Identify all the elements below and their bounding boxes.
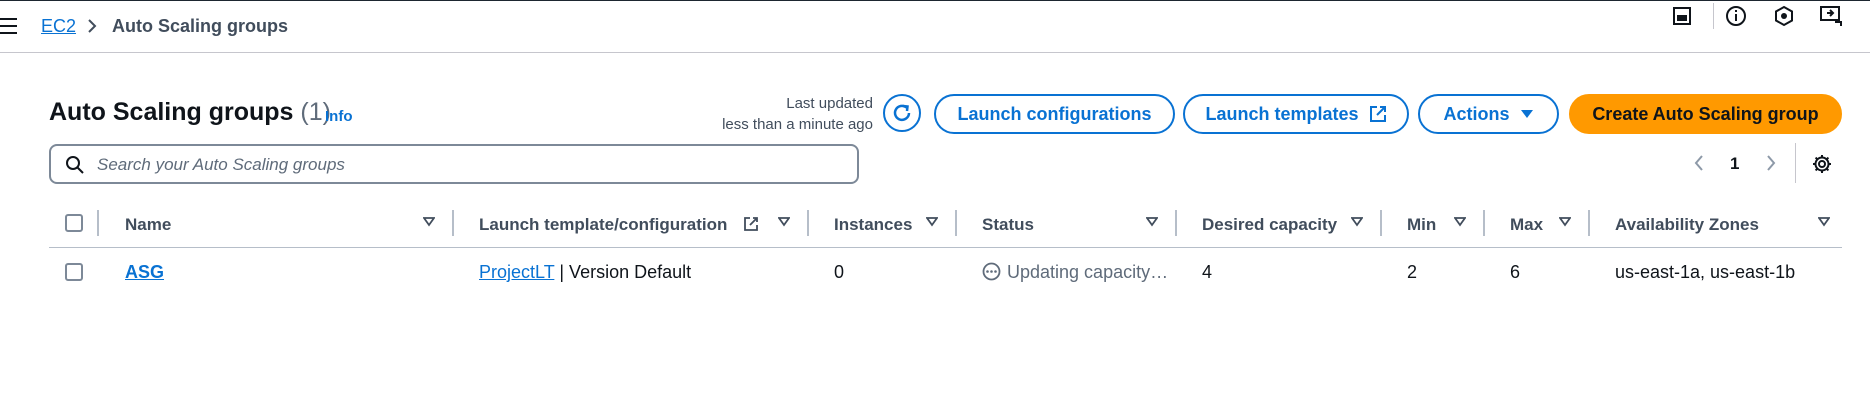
sort-icon[interactable] — [1559, 217, 1571, 227]
chevron-left-icon[interactable] — [1693, 153, 1705, 173]
desired-capacity-cell: 4 — [1202, 262, 1213, 282]
group-name-link[interactable]: ASG — [125, 262, 164, 283]
refresh-icon — [893, 104, 911, 122]
create-auto-scaling-group-button[interactable]: Create Auto Scaling group — [1569, 94, 1842, 134]
external-link-icon — [1369, 106, 1386, 122]
sort-icon[interactable] — [926, 217, 938, 227]
sort-icon[interactable] — [1454, 217, 1466, 227]
availability-zones-cell: us-east-1a, us-east-1b — [1615, 262, 1796, 282]
search-field[interactable] — [49, 144, 859, 184]
info-icon[interactable] — [1721, 1, 1751, 31]
chevron-right-icon — [88, 19, 97, 33]
status-text: Updating capacity… — [1007, 262, 1169, 282]
page-title-text: Auto Scaling groups — [49, 98, 294, 126]
breadcrumb-ec2[interactable]: EC2 — [41, 16, 76, 37]
max-cell: 6 — [1510, 262, 1521, 282]
column-divider — [1588, 210, 1590, 236]
screen-share-icon[interactable] — [1816, 1, 1846, 31]
last-updated-value: less than a minute ago — [722, 116, 873, 133]
launch-configurations-label: Launch configurations — [957, 103, 1152, 124]
page-number[interactable]: 1 — [1730, 154, 1739, 174]
column-header-launch-template[interactable]: Launch template/configuration — [479, 215, 727, 235]
row-checkbox[interactable] — [65, 263, 83, 281]
refresh-button[interactable] — [883, 94, 921, 132]
panel-icon[interactable] — [1667, 1, 1697, 31]
actions-button[interactable]: Actions — [1418, 94, 1559, 134]
info-link[interactable]: Info — [325, 108, 353, 125]
column-divider — [807, 210, 809, 236]
top-navigation: EC2 Auto Scaling groups — [0, 0, 1870, 53]
column-header-desired-capacity[interactable]: Desired capacity — [1202, 215, 1337, 235]
column-divider — [955, 210, 957, 236]
search-input[interactable] — [95, 152, 839, 178]
actions-label: Actions — [1443, 103, 1510, 124]
external-link-icon — [744, 217, 758, 231]
status-cell: Updating capacity… — [982, 262, 1168, 283]
column-divider — [97, 210, 99, 236]
select-all-checkbox[interactable] — [65, 214, 83, 232]
chevron-right-icon[interactable] — [1765, 153, 1777, 173]
column-divider — [1380, 210, 1382, 236]
pager-divider — [1795, 143, 1796, 183]
sort-icon[interactable] — [778, 217, 790, 227]
caret-down-icon — [1520, 110, 1533, 118]
search-icon — [66, 156, 84, 174]
table-header: Name Launch template/configuration Insta… — [49, 207, 1842, 248]
breadcrumb-current: Auto Scaling groups — [112, 16, 289, 36]
column-header-min[interactable]: Min — [1407, 215, 1436, 235]
page-title: Auto Scaling groups (1) — [49, 98, 331, 127]
column-divider — [1483, 210, 1485, 236]
column-header-max[interactable]: Max — [1510, 215, 1543, 235]
settings-icon[interactable] — [1812, 154, 1832, 174]
sort-icon[interactable] — [423, 217, 435, 227]
launch-templates-button[interactable]: Launch templates — [1183, 94, 1409, 134]
menu-icon[interactable] — [0, 18, 18, 34]
sort-icon[interactable] — [1818, 217, 1830, 227]
sort-icon[interactable] — [1351, 217, 1363, 227]
sort-icon[interactable] — [1146, 217, 1158, 227]
last-updated: Last updated less than a minute ago — [722, 93, 873, 135]
hexagon-icon[interactable] — [1769, 1, 1799, 31]
column-header-status[interactable]: Status — [982, 215, 1034, 235]
launch-template-link[interactable]: ProjectLT — [479, 262, 554, 282]
min-cell: 2 — [1407, 262, 1418, 282]
launch-template-version: | Version Default — [554, 262, 692, 282]
launch-configurations-button[interactable]: Launch configurations — [934, 94, 1175, 134]
instances-cell: 0 — [834, 262, 845, 282]
table-row[interactable]: ASG ProjectLT | Version Default 0 Updati… — [49, 248, 1842, 296]
launch-templates-label: Launch templates — [1205, 103, 1359, 124]
column-header-name[interactable]: Name — [125, 215, 171, 235]
toolbar-divider — [1713, 3, 1714, 29]
status-in-progress-icon — [982, 262, 1001, 281]
launch-template-cell: ProjectLT | Version Default — [479, 262, 691, 283]
create-label: Create Auto Scaling group — [1592, 103, 1819, 124]
column-header-instances[interactable]: Instances — [834, 215, 912, 235]
column-divider — [1175, 210, 1177, 236]
column-header-availability-zones[interactable]: Availability Zones — [1615, 215, 1759, 235]
column-divider — [452, 210, 454, 236]
last-updated-label: Last updated — [786, 95, 873, 112]
